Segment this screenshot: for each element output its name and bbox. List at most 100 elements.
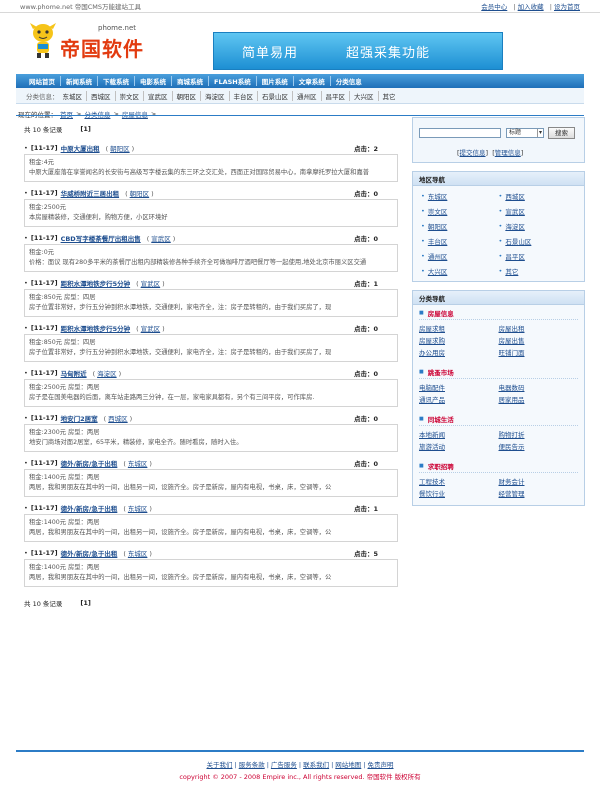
nav-item[interactable]: 文章系统 (294, 76, 331, 86)
listing-area-link[interactable]: 宣武区 (141, 280, 161, 288)
footer-link[interactable]: 广告服务 (271, 761, 297, 769)
category-item[interactable]: 旅游活动 (419, 440, 499, 452)
listing-area-link[interactable]: 东城区 (128, 550, 148, 558)
footer-link[interactable]: 关于我们 (206, 761, 232, 769)
category-item[interactable]: 餐饮行业 (419, 487, 499, 499)
listing-title[interactable]: 德外/新房/急于出租 (61, 503, 118, 513)
area-nav-item[interactable]: 宣武区 (499, 204, 577, 217)
listing-title[interactable]: 华威桥附近三居出租 (61, 188, 120, 198)
banner-ad[interactable]: 简单易用 超强采集功能 (213, 32, 503, 70)
set-homepage-link[interactable]: 设为首页 (554, 3, 580, 11)
category-item[interactable]: 便民告示 (499, 440, 579, 452)
nav-item[interactable]: 网站首页 (24, 76, 61, 86)
listing-area-link[interactable]: 宣武区 (141, 325, 161, 333)
area-nav-item[interactable]: 东城区 (421, 189, 499, 202)
category-item[interactable]: 工程技术 (419, 475, 499, 487)
listing-area-link[interactable]: 西城区 (108, 415, 128, 423)
listing-area: (海淀区) (92, 369, 122, 378)
listing-title[interactable]: CBD写字楼茶餐厅出租出售 (61, 233, 141, 243)
category-item[interactable]: 房屋求租 (419, 322, 499, 334)
area-nav-item[interactable]: 海淀区 (499, 219, 577, 232)
search-input[interactable] (419, 128, 501, 138)
category-item[interactable]: 财务会计 (499, 475, 579, 487)
category-item[interactable]: 购物打折 (499, 428, 579, 440)
footer-link[interactable]: 免责声明 (368, 761, 394, 769)
subnav-items: 东城区 西城区 崇文区 宣武区 朝阳区 海淀区 丰台区 石景山区 通州区 昌平区 大兴区 其它 (59, 90, 400, 101)
listing-title[interactable]: 马甸附近 (61, 368, 87, 378)
listing-area-link[interactable]: 海淀区 (97, 370, 117, 378)
listing-title[interactable]: 地安门2居室 (61, 413, 98, 423)
search-button[interactable]: 搜索 (548, 127, 575, 139)
listing-area-link[interactable]: 东城区 (128, 505, 148, 513)
category-group-title[interactable]: 跳蚤市场 (419, 366, 578, 379)
category-item[interactable]: 房屋出售 (499, 334, 579, 346)
area-nav-item[interactable]: 通州区 (421, 249, 499, 262)
category-item[interactable]: 本地新闻 (419, 428, 499, 440)
nav-item[interactable]: 商城系统 (172, 76, 209, 86)
area-nav-item[interactable]: 大兴区 (421, 264, 499, 277)
mascot-icon (30, 23, 56, 58)
submit-info-link[interactable]: 提交信息 (460, 149, 486, 157)
area-nav-item[interactable]: 石景山区 (499, 234, 577, 247)
category-item[interactable]: 经营管理 (499, 487, 579, 499)
listing-title[interactable]: 德外/新房/急于出租 (61, 548, 118, 558)
nav-item[interactable]: 下载系统 (98, 76, 135, 86)
member-center-link[interactable]: 会员中心 (481, 3, 507, 11)
area-nav-item[interactable]: 丰台区 (421, 234, 499, 247)
top-links: 会员中心 | 加入收藏 | 设为首页 (481, 3, 580, 11)
subnav-item[interactable]: 通州区 (293, 90, 322, 101)
category-group-title[interactable]: 求职招聘 (419, 460, 578, 473)
category-group-title[interactable]: 房屋信息 (419, 307, 578, 320)
category-item[interactable]: 房屋求购 (419, 334, 499, 346)
nav-item[interactable]: 电影系统 (135, 76, 172, 86)
category-nav-title: 分类导航 (413, 291, 584, 305)
category-group-title[interactable]: 同城生活 (419, 413, 578, 426)
search-links: [提交信息] [管理信息] (457, 149, 524, 157)
subnav-item[interactable]: 东城区 (59, 90, 87, 101)
listing-area-link[interactable]: 朝阳区 (110, 145, 130, 153)
manage-info-link[interactable]: 管理信息 (495, 149, 521, 157)
nav-item[interactable]: 分类信息 (331, 76, 367, 86)
pager-bottom[interactable]: [1] (80, 599, 90, 607)
listing-title[interactable]: 距积水潭地铁步行5分钟 (61, 278, 131, 288)
area-nav-item[interactable]: 西城区 (499, 189, 577, 202)
listing-area-link[interactable]: 宣武区 (151, 235, 171, 243)
listing-area-link[interactable]: 朝阳区 (130, 190, 150, 198)
subnav-item[interactable]: 朝阳区 (173, 90, 201, 101)
footer-link[interactable]: 联系我们 (303, 761, 329, 769)
nav-item[interactable]: FLASH系统 (209, 76, 257, 86)
subnav-item[interactable]: 海淀区 (201, 90, 230, 101)
category-item[interactable]: 通讯产品 (419, 393, 499, 405)
area-nav-item[interactable]: 朝阳区 (421, 219, 499, 232)
subnav-item[interactable]: 宣武区 (144, 90, 173, 101)
nav-item[interactable]: 图片系统 (257, 76, 294, 86)
listing-area-link[interactable]: 东城区 (128, 460, 148, 468)
subnav-item[interactable]: 其它 (379, 91, 400, 101)
listing-title[interactable]: 距积水潭地铁步行5分钟 (61, 323, 131, 333)
search-field-select[interactable]: 标题 ▾ (506, 128, 544, 138)
category-item[interactable]: 居家用品 (499, 393, 579, 405)
subnav-item[interactable]: 昌平区 (322, 90, 350, 101)
category-item[interactable]: 电器数码 (499, 381, 579, 393)
area-nav-item[interactable]: 昌平区 (499, 249, 577, 262)
subnav-item[interactable]: 丰台区 (230, 90, 258, 101)
subnav-item[interactable]: 崇文区 (116, 90, 144, 101)
footer-link[interactable]: 网站地图 (335, 761, 361, 769)
pager-top[interactable]: [1] (80, 125, 90, 133)
category-item[interactable]: 旺铺门面 (499, 346, 579, 358)
category-item[interactable]: 办公用房 (419, 346, 499, 358)
listing-title[interactable]: 德外/新房/急于出租 (61, 458, 118, 468)
area-nav-item[interactable]: 崇文区 (421, 204, 499, 217)
subnav-item[interactable]: 石景山区 (258, 90, 293, 101)
add-favorite-link[interactable]: 加入收藏 (518, 3, 544, 11)
area-nav-item[interactable]: 其它 (499, 264, 577, 277)
listing-title[interactable]: 中原大厦出租 (61, 143, 100, 153)
category-item[interactable]: 电脑配件 (419, 381, 499, 393)
subnav-item[interactable]: 大兴区 (350, 90, 379, 101)
listing-header: • [11-17] 德外/新房/急于出租 (东城区) 点击：5 (24, 546, 398, 559)
nav-item[interactable]: 新闻系统 (61, 76, 98, 86)
logo[interactable]: phome.net 帝国软件 (28, 21, 158, 61)
category-item[interactable]: 房屋出租 (499, 322, 579, 334)
footer-link[interactable]: 服务条款 (239, 761, 265, 769)
subnav-item[interactable]: 西城区 (87, 90, 116, 101)
